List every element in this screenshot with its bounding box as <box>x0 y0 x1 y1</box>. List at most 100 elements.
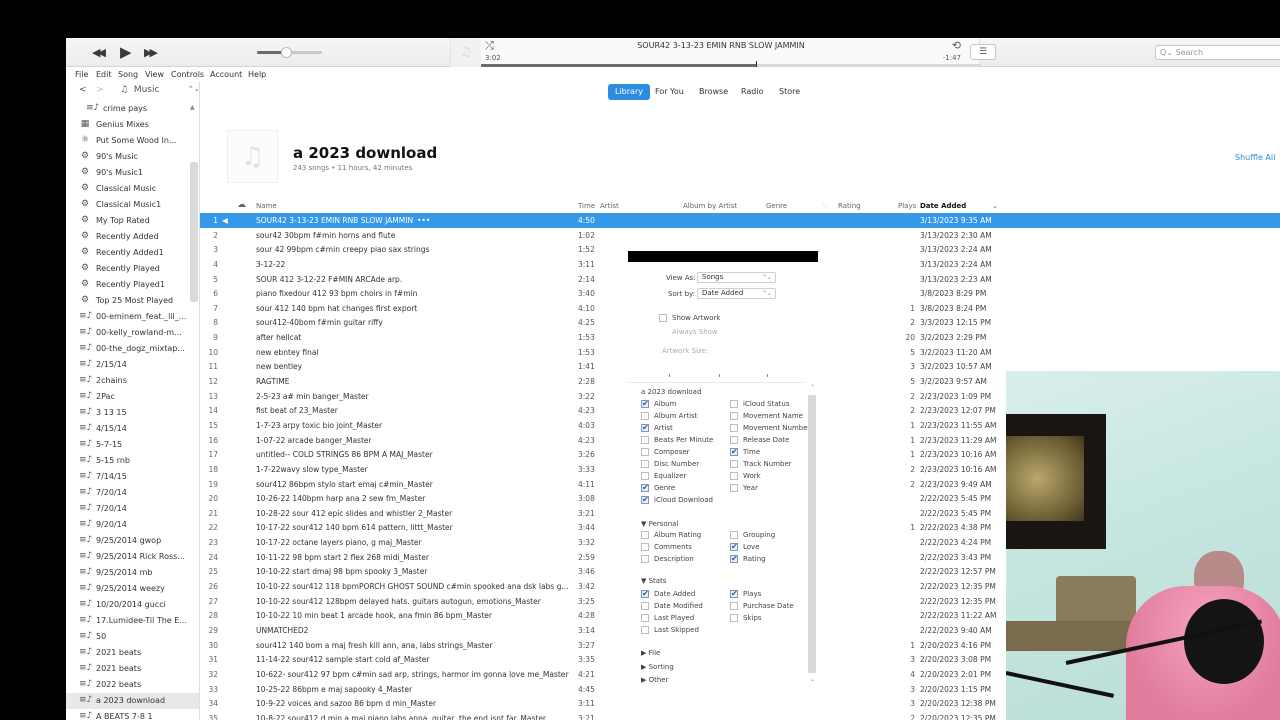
checkbox[interactable] <box>641 460 649 468</box>
column-rating[interactable]: Rating <box>838 202 861 210</box>
shuffle-icon[interactable]: ⤮ <box>485 39 494 53</box>
column-album-by-artist[interactable]: Album by Artist <box>683 202 737 210</box>
sidebar-item[interactable]: ⚙ Recently Played1 <box>66 277 199 293</box>
sidebar-item[interactable]: ≡♪ 00-eminem_feat._lil_... <box>66 309 199 325</box>
sidebar-item[interactable]: ≡♪ 9/25/2014 weezy <box>66 581 199 597</box>
checkbox[interactable] <box>730 602 738 610</box>
checkbox[interactable] <box>641 495 649 504</box>
volume-knob[interactable] <box>281 47 293 58</box>
rewind-icon[interactable]: ◀◀ <box>92 46 106 59</box>
more-options-icon[interactable]: ••• <box>417 216 430 225</box>
checkbox[interactable] <box>641 483 649 492</box>
checkbox[interactable] <box>730 589 738 598</box>
tab-radio[interactable]: Radio <box>741 84 763 100</box>
sidebar-item[interactable]: ≡♪ 10/20/2014 gucci <box>66 597 199 613</box>
checkbox[interactable] <box>641 448 649 456</box>
sidebar-item[interactable]: ≡♪ 00-the_dogz_mixtap... <box>66 341 199 357</box>
sidebar-item[interactable]: ≡♪ 5-15 rnb <box>66 453 199 469</box>
sidebar-item[interactable]: ⚙ Classical Music <box>66 181 199 197</box>
icloud-column-icon[interactable]: ☁ <box>237 200 246 210</box>
checkbox[interactable] <box>641 412 649 420</box>
checkbox[interactable] <box>641 436 649 444</box>
collapsed-section-toggle[interactable]: ▶ File <box>641 649 660 657</box>
checkbox[interactable] <box>641 399 649 408</box>
checkbox[interactable] <box>730 460 738 468</box>
sidebar-item[interactable]: ⚙ Top 25 Most Played <box>66 293 199 309</box>
checkbox[interactable] <box>730 484 738 492</box>
tab-browse[interactable]: Browse <box>699 84 728 100</box>
column-name[interactable]: Name <box>256 202 277 210</box>
checkbox[interactable] <box>641 614 649 622</box>
up-next-button[interactable]: ☰ <box>970 44 996 60</box>
checkbox[interactable] <box>641 423 649 432</box>
scroll-down-icon[interactable]: ⌄ <box>810 676 815 683</box>
checkbox[interactable] <box>730 554 738 563</box>
view-as-select[interactable]: Songs ⌃⌄ <box>697 272 776 283</box>
sidebar-item[interactable]: ≡♪ 50 <box>66 629 199 645</box>
love-column-icon[interactable]: ♡ <box>822 202 828 210</box>
play-icon[interactable]: ▶ <box>120 43 132 61</box>
sidebar-item[interactable]: ≡♪ 2/15/14 <box>66 357 199 373</box>
sort-by-select[interactable]: Date Added ⌃⌄ <box>697 288 776 299</box>
checkbox[interactable] <box>641 531 649 539</box>
tab-library[interactable]: Library <box>608 84 650 100</box>
sidebar-item[interactable]: ≡♪ 2chains <box>66 373 199 389</box>
sidebar-scrollbar[interactable] <box>190 162 198 302</box>
sidebar-item[interactable]: ⚙ 90's Music1 <box>66 165 199 181</box>
sidebar-item[interactable]: ≡♪ 2021 beats <box>66 661 199 677</box>
sidebar-item[interactable]: ≡♪ 17.Lumidee-Til The E... <box>66 613 199 629</box>
checkbox[interactable] <box>641 589 649 598</box>
sidebar-item[interactable]: ⚙ Recently Added <box>66 229 199 245</box>
menu-song[interactable]: Song <box>118 70 138 79</box>
sidebar-item[interactable]: ⚙ Classical Music1 <box>66 197 199 213</box>
checkbox[interactable] <box>730 472 738 480</box>
view-options-scrollbar[interactable] <box>808 395 816 673</box>
stats-section-toggle[interactable]: ▼ Stats <box>641 577 666 585</box>
checkbox[interactable] <box>730 436 738 444</box>
scroll-up-icon[interactable]: ▲ <box>190 104 195 111</box>
shuffle-all-button[interactable]: Shuffle All <box>1235 153 1275 162</box>
sidebar-item[interactable]: ≡♪ 9/25/2014 gwop <box>66 533 199 549</box>
sidebar-item[interactable]: ≡♪ 3 13 15 <box>66 405 199 421</box>
column-plays[interactable]: Plays <box>898 202 916 210</box>
column-time[interactable]: Time <box>578 202 595 210</box>
checkbox[interactable] <box>641 555 649 563</box>
sidebar-item[interactable]: ≡♪ 2022 beats <box>66 677 199 693</box>
column-artist[interactable]: Artist <box>600 202 619 210</box>
sidebar-item[interactable]: ≡♪ 2Pac <box>66 389 199 405</box>
menu-account[interactable]: Account <box>210 70 242 79</box>
checkbox[interactable] <box>641 602 649 610</box>
checkbox[interactable] <box>730 424 738 432</box>
sidebar-item[interactable]: ≡♪ 2021 beats <box>66 645 199 661</box>
checkbox[interactable] <box>641 626 649 634</box>
checkbox[interactable] <box>730 412 738 420</box>
sidebar-item[interactable]: ≡♪ 4/15/14 <box>66 421 199 437</box>
checkbox[interactable] <box>730 447 738 456</box>
sidebar-item[interactable]: ≡♪ 9/25/2014 Rick Ross... <box>66 549 199 565</box>
sidebar-item[interactable]: ≡♪ 00-kelly_rowland-m... <box>66 325 199 341</box>
sidebar-item[interactable]: ≡♪ crime pays <box>66 101 199 117</box>
select-arrows-icon[interactable]: ⌃⌄ <box>188 85 199 93</box>
volume-slider[interactable] <box>257 47 322 58</box>
menu-controls[interactable]: Controls <box>171 70 204 79</box>
song-row[interactable]: 1 ◀ SOUR42 3-13-23 EMIN RNB SLOW JAMMIN •••… <box>200 213 1280 228</box>
playback-progress-bar[interactable] <box>481 61 981 67</box>
collapsed-section-toggle[interactable]: ▶ Sorting <box>641 663 674 671</box>
tab-for-you[interactable]: For You <box>655 84 684 100</box>
scroll-up-icon[interactable]: ⌃ <box>810 384 815 391</box>
sort-descending-icon[interactable]: ⌄ <box>992 202 998 210</box>
song-row[interactable]: 2 sour42 30bpm f#min horns and flute 1:02 3… <box>200 228 1280 243</box>
sidebar-item[interactable]: ⚙ Recently Added1 <box>66 245 199 261</box>
fast-forward-icon[interactable]: ▶▶ <box>144 46 158 59</box>
sidebar-item[interactable]: ≡♪ 9/25/2014 mb <box>66 565 199 581</box>
personal-section-toggle[interactable]: ▼ Personal <box>641 520 678 528</box>
tab-store[interactable]: Store <box>779 84 800 100</box>
checkbox[interactable] <box>730 614 738 622</box>
search-input[interactable]: Q⌄ Search <box>1155 45 1280 60</box>
checkbox[interactable] <box>730 542 738 551</box>
checkbox[interactable] <box>659 314 667 322</box>
column-genre[interactable]: Genre <box>766 202 787 210</box>
sidebar-item[interactable]: ≡♪ 7/20/14 <box>66 485 199 501</box>
menu-help[interactable]: Help <box>248 70 266 79</box>
sidebar-item[interactable]: ≡♪ 5-7-15 <box>66 437 199 453</box>
